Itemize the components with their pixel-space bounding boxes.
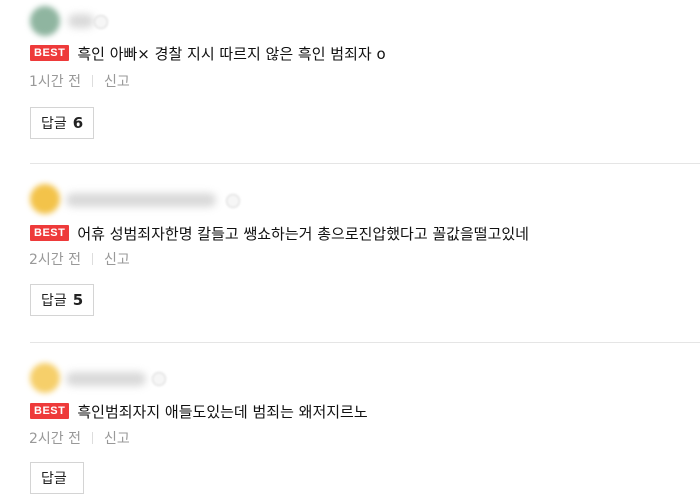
comment-text: 어휴 성범죄자한명 칼들고 쌩쇼하는거 총으로진압했다고 꼴값을떨고있네: [77, 224, 529, 243]
comment-meta: 2시간 전 신고: [29, 250, 130, 268]
meta-separator: [92, 253, 93, 265]
report-link[interactable]: 신고: [104, 249, 130, 269]
best-badge: BEST: [30, 225, 70, 241]
meta-separator: [92, 432, 93, 444]
avatar[interactable]: [30, 363, 60, 393]
user-level-icon: [152, 372, 166, 386]
report-link[interactable]: 신고: [104, 428, 130, 448]
comment-divider: [30, 342, 700, 343]
reply-label: 답글: [41, 116, 67, 132]
comment-body: BEST 어휴 성범죄자한명 칼들고 쌩쇼하는거 총으로진압했다고 꼴값을떨고있…: [30, 223, 529, 243]
user-level-icon: [226, 194, 240, 208]
report-link[interactable]: 신고: [104, 71, 130, 91]
comment-text: 흑인범죄자지 애들도있는데 범죄는 왜저지르노: [77, 402, 368, 421]
reply-button[interactable]: 답글: [30, 462, 84, 494]
comment-time: 2시간 전: [29, 252, 81, 268]
comment-time: 1시간 전: [29, 74, 81, 90]
comment-time: 2시간 전: [29, 431, 81, 447]
avatar[interactable]: [30, 6, 60, 36]
best-badge: BEST: [30, 403, 70, 419]
nickname-blurred[interactable]: [68, 14, 94, 28]
reply-label: 답글: [41, 471, 67, 487]
avatar[interactable]: [30, 184, 60, 214]
reply-button[interactable]: 답글 5: [30, 284, 95, 316]
reply-button[interactable]: 답글 6: [30, 107, 95, 139]
reply-label: 답글: [41, 293, 67, 309]
best-badge: BEST: [30, 45, 70, 61]
reply-count: 5: [72, 291, 84, 309]
user-level-icon: [94, 15, 108, 29]
nickname-blurred[interactable]: [66, 193, 216, 207]
meta-separator: [92, 75, 93, 87]
comment-body: BEST 흑인범죄자지 애들도있는데 범죄는 왜저지르노: [30, 401, 368, 421]
comment-body: BEST 흑인 아빠× 경찰 지시 따르지 않은 흑인 범죄자 o: [30, 43, 386, 63]
comment-meta: 2시간 전 신고: [29, 429, 130, 447]
reply-count: 6: [72, 114, 84, 132]
comment-text: 흑인 아빠× 경찰 지시 따르지 않은 흑인 범죄자 o: [77, 44, 386, 63]
nickname-blurred[interactable]: [66, 372, 146, 386]
comment-divider: [30, 163, 700, 164]
comment-meta: 1시간 전 신고: [29, 72, 130, 90]
